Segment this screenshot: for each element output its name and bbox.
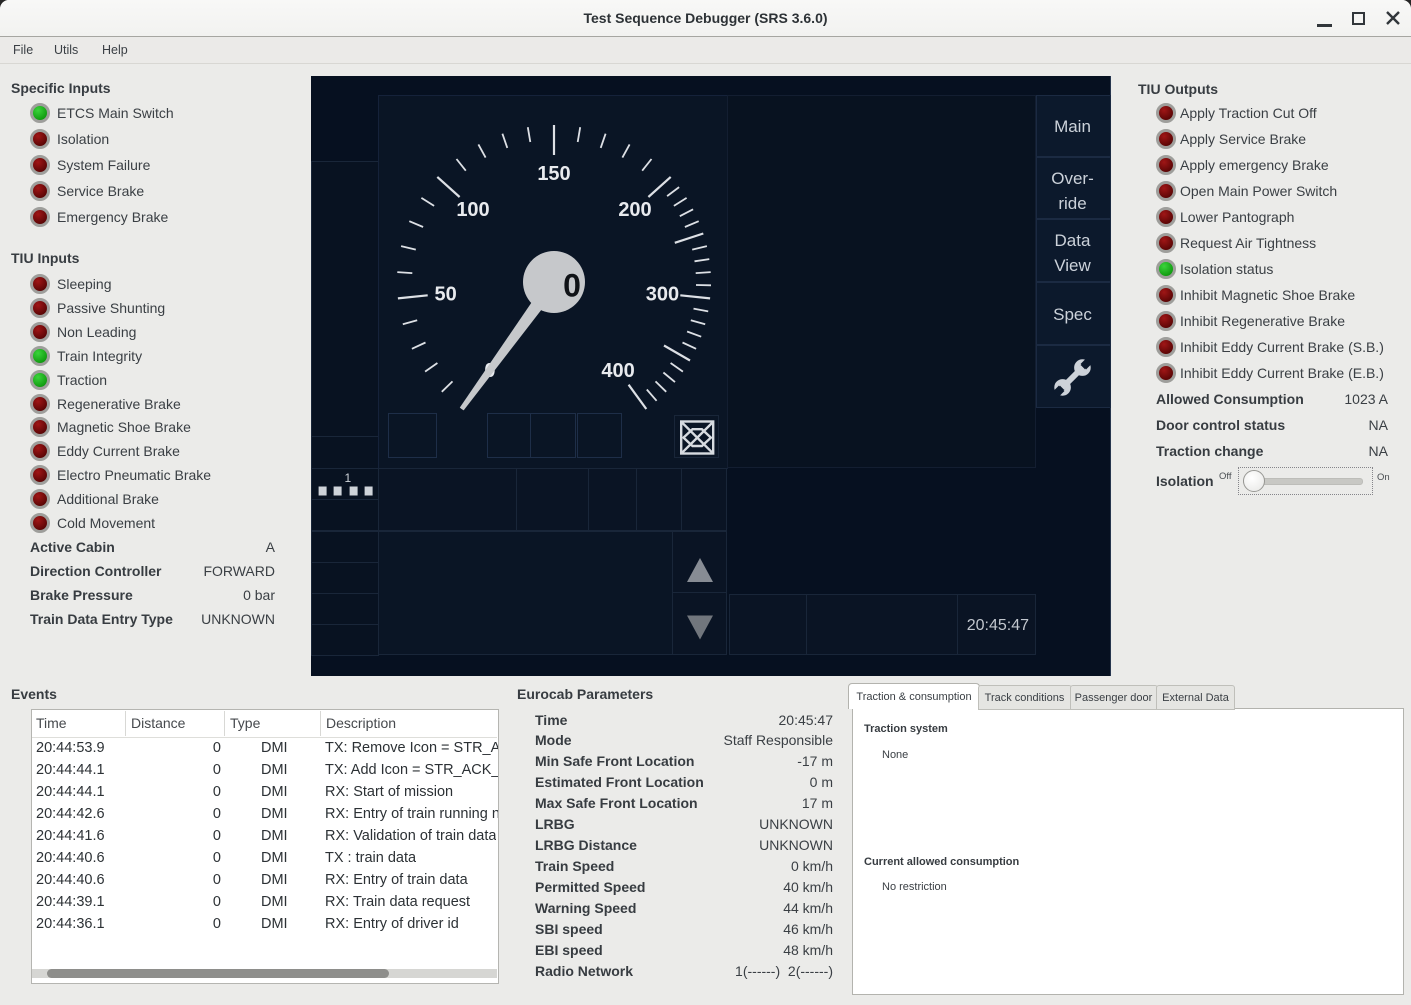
svg-text:50: 50 [434,283,456,305]
svg-text:200: 200 [618,199,651,221]
svg-text:300: 300 [646,283,679,305]
svg-text:400: 400 [601,360,634,382]
svg-text:1: 1 [345,471,352,485]
svg-text:150: 150 [537,163,570,185]
svg-text:100: 100 [456,199,489,221]
svg-text:0: 0 [563,268,581,304]
